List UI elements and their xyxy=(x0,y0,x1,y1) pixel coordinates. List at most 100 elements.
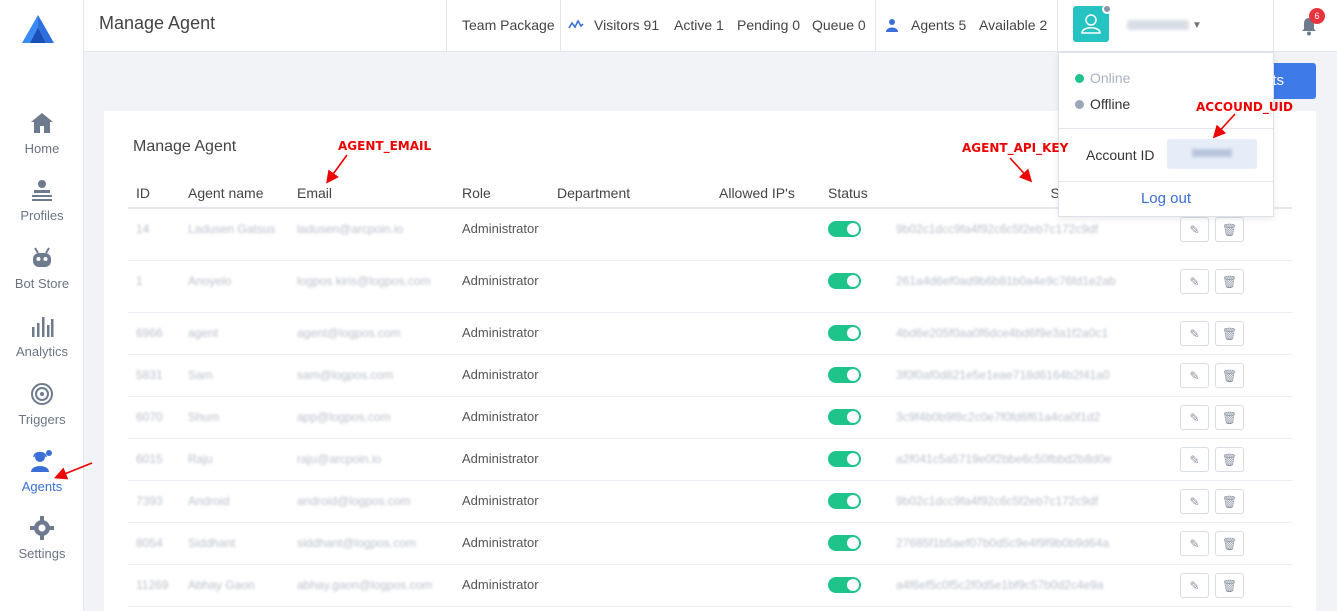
agent-status-cell xyxy=(820,260,876,313)
notification-badge: 6 xyxy=(1309,8,1325,24)
sidebar-item-label: Analytics xyxy=(15,344,69,359)
agent-id-cell: 1 xyxy=(128,260,180,313)
agent-email-cell: ladusen@arcpoin.io xyxy=(289,208,454,261)
agent-actions-cell: ✎ 🗑 xyxy=(1172,438,1292,481)
sidebar-item-triggers[interactable]: Triggers xyxy=(0,381,84,429)
status-toggle[interactable] xyxy=(828,221,861,237)
agent-actions-cell: ✎ 🗑 xyxy=(1172,312,1292,355)
annotation-account-uid: ACCOUND_UID xyxy=(1196,100,1294,114)
status-toggle[interactable] xyxy=(828,324,861,341)
account-id-label: Account ID xyxy=(1086,147,1155,163)
trash-icon[interactable]: 🗑 xyxy=(1215,362,1244,388)
status-toggle[interactable] xyxy=(828,366,861,383)
active-count: Active 1 xyxy=(674,17,724,33)
agent-email-cell: android@logpos.com xyxy=(289,480,454,523)
status-toggle[interactable] xyxy=(828,534,861,551)
edit-icon[interactable]: ✎ xyxy=(1180,404,1209,430)
column-header: ID xyxy=(128,178,180,209)
account-id-value[interactable] xyxy=(1167,139,1257,169)
gear-icon xyxy=(30,516,54,540)
agent-email-cell: agent@logpos.com xyxy=(289,312,454,355)
agent-name-cell-text: Raju xyxy=(188,451,213,466)
agent-secret-key-cell-text: 27685f1b5aef07b0d5c9e4f9f9b0b9d64a xyxy=(896,535,1109,550)
offline-dot xyxy=(1075,99,1084,109)
agent-role-cell-text: Administrator xyxy=(462,450,539,466)
sidebar-item-home[interactable]: Home xyxy=(0,110,84,158)
table-row: 7393 Android android@logpos.com Administrat… xyxy=(128,480,1292,523)
agent-name-cell: Android xyxy=(180,480,289,523)
trash-icon[interactable]: 🗑 xyxy=(1215,572,1244,598)
edit-icon[interactable]: ✎ xyxy=(1180,572,1209,598)
logout-button[interactable]: Log out xyxy=(1059,190,1273,207)
pending-count: Pending 0 xyxy=(737,17,801,33)
status-online-option[interactable]: Online xyxy=(1075,70,1130,86)
divider xyxy=(1059,128,1273,129)
bot-icon xyxy=(33,247,51,267)
column-header: Agent name xyxy=(180,178,289,209)
agent-name-cell: agent xyxy=(180,312,289,355)
status-dot xyxy=(1102,4,1112,14)
agent-email-cell: siddhant@logpos.com xyxy=(289,522,454,565)
agent-id-cell-text: 14 xyxy=(136,222,150,236)
agent-status-cell xyxy=(820,312,876,355)
agent-id-cell: 5831 xyxy=(128,354,180,397)
queue-count: Queue 0 xyxy=(812,17,866,33)
logo-icon[interactable] xyxy=(20,13,56,45)
column-header: Email xyxy=(289,178,454,209)
trash-icon[interactable]: 🗑 xyxy=(1215,488,1244,514)
table-row: 5831 Sam sam@logpos.com Administrator 3f0f0a… xyxy=(128,354,1292,397)
agent-id-cell: 11269 xyxy=(128,564,180,607)
trash-icon[interactable]: 🗑 xyxy=(1215,217,1244,242)
sidebar-item-analytics[interactable]: Analytics xyxy=(0,313,84,361)
edit-icon[interactable]: ✎ xyxy=(1180,268,1209,294)
agent-allowed-ip-cell xyxy=(711,396,820,439)
top-bar: Manage Agent Team Package Visitors 91 Ac… xyxy=(84,0,1337,52)
edit-icon[interactable]: ✎ xyxy=(1180,530,1209,556)
offline-label: Offline xyxy=(1090,96,1131,112)
status-toggle[interactable] xyxy=(828,450,861,467)
agents-count: Agents 5 xyxy=(911,17,967,33)
toggle-knob xyxy=(847,536,859,549)
agent-name-cell: Shum xyxy=(180,396,289,439)
sidebar-item-agents[interactable]: Agents xyxy=(0,448,84,496)
agent-role-cell: Administrator xyxy=(454,208,549,261)
table-row: 6070 Shum app@logpos.com Administrator 3c9f4… xyxy=(128,396,1292,439)
agent-name-cell-text: Anoyelo xyxy=(188,273,232,288)
agent-id-cell: 6966 xyxy=(128,312,180,355)
sidebar-item-label: Home xyxy=(24,141,60,156)
sidebar-item-bot-store[interactable]: Bot Store xyxy=(0,245,84,293)
trash-icon[interactable]: 🗑 xyxy=(1215,404,1244,430)
edit-icon[interactable]: ✎ xyxy=(1180,446,1209,472)
username[interactable] xyxy=(1127,20,1189,30)
status-toggle[interactable] xyxy=(828,272,861,289)
status-offline-option[interactable]: Offline xyxy=(1075,96,1130,112)
trash-icon[interactable]: 🗑 xyxy=(1215,268,1244,294)
status-toggle[interactable] xyxy=(828,408,861,425)
edit-icon[interactable]: ✎ xyxy=(1180,488,1209,514)
agent-secret-key-cell-text: 9b02c1dcc9fa4f92c6c5f2eb7c172c9df xyxy=(896,222,1099,236)
agent-email-cell: logpos kiris@logpos.com xyxy=(289,260,454,313)
agent-secret-key-cell: 261a4d6ef0ad9b6b81b0a4e9c76fd1e2ab xyxy=(876,260,1172,313)
edit-icon[interactable]: ✎ xyxy=(1180,217,1209,242)
edit-icon[interactable]: ✎ xyxy=(1180,362,1209,388)
agent-id-cell: 8054 xyxy=(128,522,180,565)
trash-icon[interactable]: 🗑 xyxy=(1215,446,1244,472)
agent-status-cell xyxy=(820,396,876,439)
toggle-knob xyxy=(847,326,859,339)
chevron-down-icon[interactable]: ▼ xyxy=(1192,20,1202,31)
agent-id-cell-text: 6070 xyxy=(136,409,163,424)
divider xyxy=(560,0,561,52)
agent-email-cell-text: raju@arcpoin.io xyxy=(297,451,382,466)
status-toggle[interactable] xyxy=(828,576,861,593)
agent-email-cell-text: abhay.gaon@logpos.com xyxy=(297,577,433,592)
agent-allowed-ip-cell xyxy=(711,564,820,607)
sidebar-item-settings[interactable]: Settings xyxy=(0,515,84,563)
edit-icon[interactable]: ✎ xyxy=(1180,320,1209,346)
sidebar-item-profiles[interactable]: Profiles xyxy=(0,177,84,225)
page-title: Manage Agent xyxy=(99,13,216,33)
trash-icon[interactable]: 🗑 xyxy=(1215,530,1244,556)
trash-icon[interactable]: 🗑 xyxy=(1215,320,1244,346)
status-toggle[interactable] xyxy=(828,492,861,509)
agent-role-cell: Administrator xyxy=(454,564,549,607)
agent-actions-cell: ✎ 🗑 xyxy=(1172,396,1292,439)
